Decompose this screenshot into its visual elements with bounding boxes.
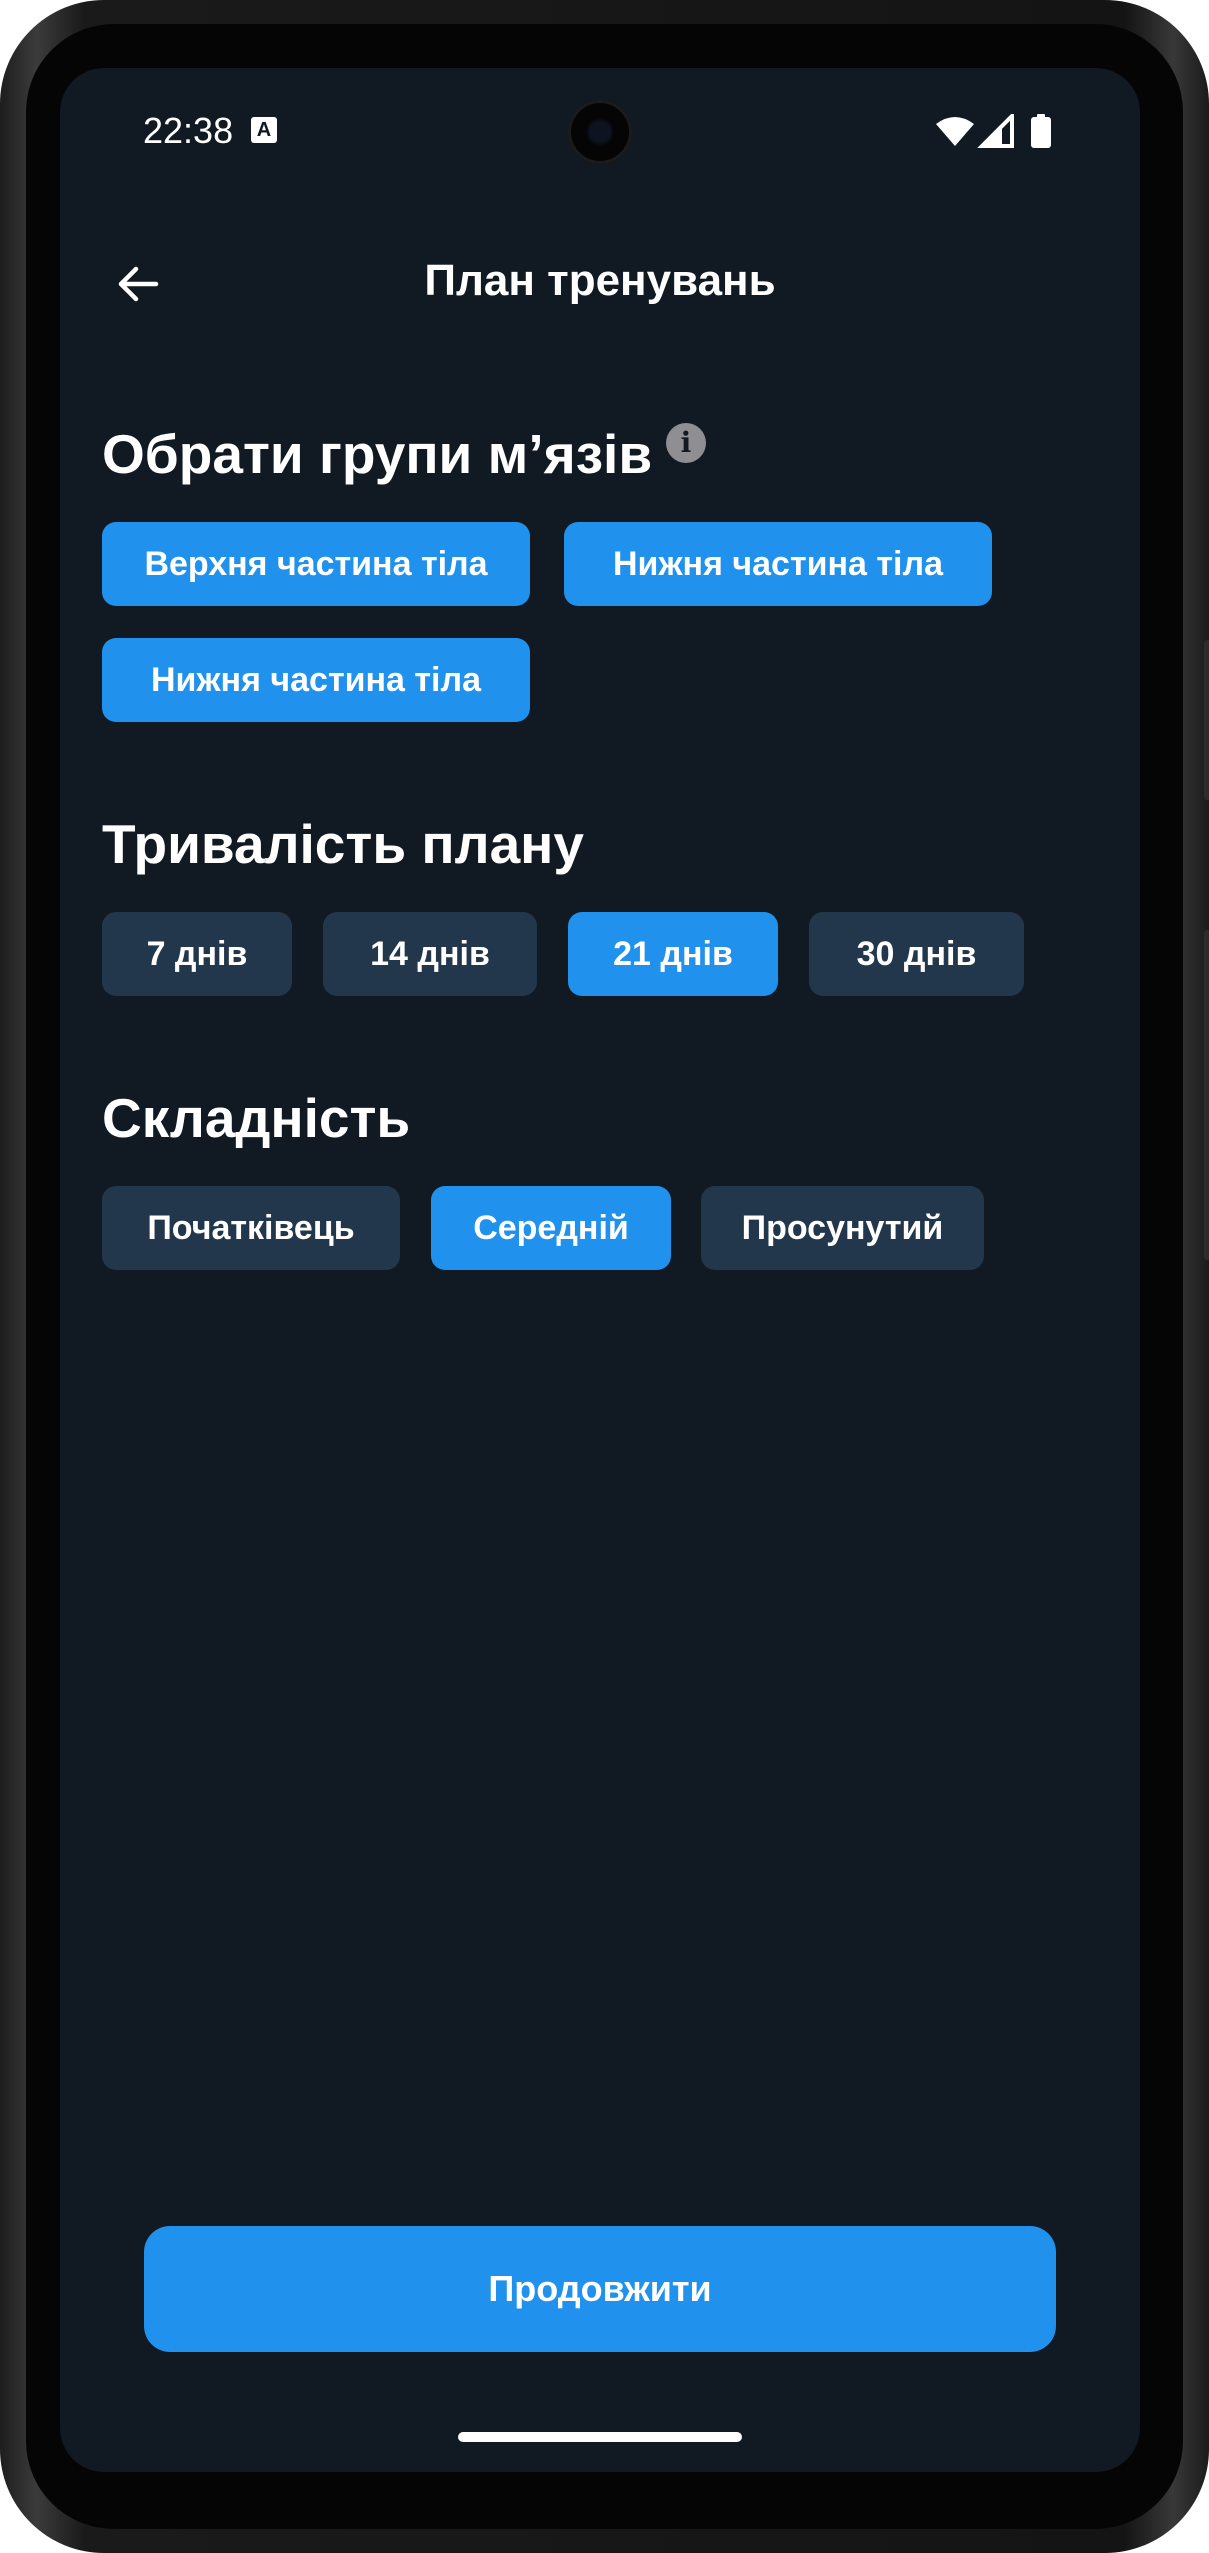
home-indicator[interactable] (458, 2432, 742, 2442)
cellular-signal-icon (977, 111, 1014, 148)
chip-intermediate[interactable]: Середній (431, 1186, 671, 1270)
status-icons (936, 111, 1066, 148)
chip-duration-7[interactable]: 7 днів (102, 912, 292, 996)
chip-duration-21[interactable]: 21 днів (568, 912, 778, 996)
difficulty-title: Складність (102, 1087, 411, 1149)
continue-button[interactable]: Продовжити (144, 2226, 1056, 2352)
chip-duration-30[interactable]: 30 днів (809, 912, 1024, 996)
side-button-power (1204, 640, 1209, 800)
wifi-icon (936, 117, 974, 146)
page-title: План тренувань (424, 256, 776, 305)
status-bar: 22:38 A (60, 68, 1140, 198)
info-icon[interactable]: i (666, 423, 706, 463)
chip-duration-14[interactable]: 14 днів (323, 912, 537, 996)
front-camera (568, 100, 632, 164)
status-time: 22:38 (143, 110, 234, 151)
chip-lower-body[interactable]: Нижня частина тіла (564, 522, 992, 606)
muscle-groups-title: Обрати групи м’язів (102, 423, 653, 485)
chip-advanced[interactable]: Просунутий (701, 1186, 984, 1270)
notification-a-icon: A (251, 117, 277, 143)
chip-upper-body[interactable]: Верхня частина тіла (102, 522, 530, 606)
phone-frame: 22:38 A План тренувань Обрати групи м’яз… (0, 0, 1209, 2553)
app-screen: 22:38 A План тренувань Обрати групи м’яз… (60, 68, 1140, 2472)
battery-icon (1031, 114, 1051, 148)
chip-lower-body-2[interactable]: Нижня частина тіла (102, 638, 530, 722)
side-button-volume (1204, 930, 1209, 1260)
chip-beginner[interactable]: Початківець (102, 1186, 400, 1270)
duration-title: Тривалість плану (102, 813, 584, 875)
